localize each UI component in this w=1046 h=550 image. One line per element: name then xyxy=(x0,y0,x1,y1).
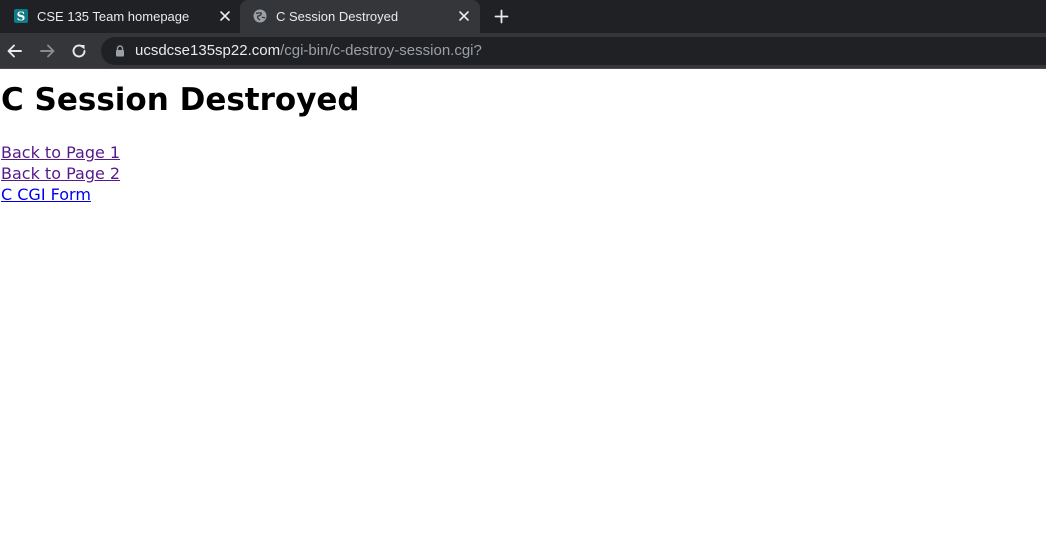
address-bar[interactable]: ucsdcse135sp22.com/cgi-bin/c-destroy-ses… xyxy=(101,37,1046,65)
browser-toolbar: ucsdcse135sp22.com/cgi-bin/c-destroy-ses… xyxy=(0,33,1046,69)
forward-arrow-icon[interactable] xyxy=(38,42,56,60)
lock-icon[interactable] xyxy=(115,45,125,57)
link-list: Back to Page 1 Back to Page 2 C CGI Form xyxy=(1,142,120,205)
url-host: ucsdcse135sp22.com xyxy=(135,42,281,59)
close-icon[interactable] xyxy=(458,10,470,22)
back-to-page-2-link[interactable]: Back to Page 2 xyxy=(1,163,120,184)
tab-cse135-homepage[interactable]: S CSE 135 Team homepage xyxy=(0,0,240,33)
page-title: C Session Destroyed xyxy=(1,82,360,118)
s-logo-icon: S xyxy=(14,9,28,23)
tab-session-destroyed[interactable]: C Session Destroyed xyxy=(240,0,480,33)
page-content: C Session Destroyed Back to Page 1 Back … xyxy=(0,70,1046,550)
back-arrow-icon[interactable] xyxy=(6,42,24,60)
tab-title: C Session Destroyed xyxy=(276,9,399,24)
c-cgi-form-link[interactable]: C CGI Form xyxy=(1,184,120,205)
back-to-page-1-link[interactable]: Back to Page 1 xyxy=(1,142,120,163)
globe-icon xyxy=(253,9,267,23)
tab-title: CSE 135 Team homepage xyxy=(37,9,190,24)
svg-text:S: S xyxy=(17,10,26,24)
url-text[interactable]: ucsdcse135sp22.com/cgi-bin/c-destroy-ses… xyxy=(135,43,482,59)
close-icon[interactable] xyxy=(219,10,231,22)
tab-strip: S CSE 135 Team homepage C Session Destro… xyxy=(0,0,1046,33)
new-tab-plus-icon[interactable] xyxy=(494,9,509,24)
reload-icon[interactable] xyxy=(70,42,88,60)
url-path: /cgi-bin/c-destroy-session.cgi? xyxy=(280,42,482,59)
